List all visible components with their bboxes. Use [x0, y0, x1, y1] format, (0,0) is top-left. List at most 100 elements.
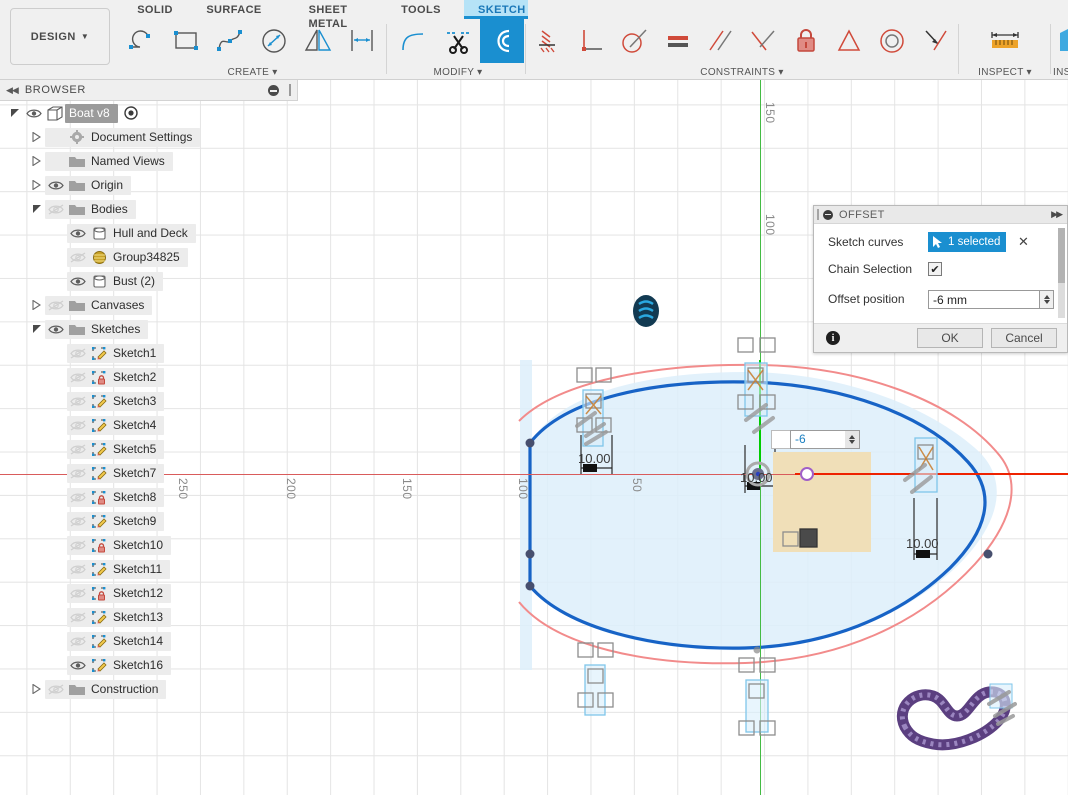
minus-circle-icon[interactable]	[823, 209, 833, 220]
lock-fix-icon[interactable]	[785, 19, 828, 63]
tree-item-content[interactable]: Construction	[45, 679, 167, 699]
spline-icon[interactable]	[208, 19, 252, 63]
tree-item-content[interactable]: Sketch11	[67, 559, 171, 579]
workspace-switcher[interactable]: DESIGN ▼	[10, 8, 110, 65]
eye-visible-icon[interactable]	[67, 228, 89, 239]
eye-hidden-icon[interactable]	[67, 515, 89, 527]
tree-item-label[interactable]: Sketch8	[109, 487, 165, 507]
eye-hidden-icon[interactable]	[67, 587, 89, 599]
tree-item-content[interactable]: Origin	[45, 175, 132, 195]
tree-item-canvases[interactable]: Canvases	[0, 293, 298, 317]
tree-item-sketch4[interactable]: Sketch4	[0, 413, 298, 437]
tab-tools[interactable]: TOOLS	[378, 0, 464, 19]
tree-item-label[interactable]: Sketch9	[109, 511, 165, 531]
ribbon-group-label[interactable]: CONSTRAINTS ▾	[528, 67, 956, 78]
tree-item-sketches[interactable]: Sketches	[0, 317, 298, 341]
arc-icon[interactable]	[120, 19, 164, 63]
inline-offset-input[interactable]: -6	[790, 430, 852, 449]
offset-dialog[interactable]: OFFSET ▶▶ Sketch curves 1 selected ✕ Cha…	[813, 205, 1068, 353]
tree-item-content[interactable]: Sketch12	[67, 583, 172, 603]
tree-item-label[interactable]: Sketch14	[109, 631, 172, 651]
ok-button[interactable]: OK	[917, 328, 983, 348]
tree-item-label[interactable]: Sketch13	[109, 607, 172, 627]
tree-item-construction[interactable]: Construction	[0, 677, 298, 701]
x-icon[interactable]: ✕	[1018, 234, 1029, 250]
tree-item-content[interactable]: Sketch4	[67, 415, 165, 435]
tree-item-content[interactable]: Sketch13	[67, 607, 172, 627]
inline-offset-stepper[interactable]	[845, 430, 860, 449]
tree-item-content[interactable]: Group34825	[67, 247, 188, 267]
collinear-icon[interactable]	[913, 19, 956, 63]
offset-dialog-titlebar[interactable]: OFFSET ▶▶	[814, 206, 1067, 224]
ribbon-group-label[interactable]: MODIFY ▾	[392, 67, 524, 78]
browser-tree[interactable]: Boat v8 Document Settings Named Views Origi…	[0, 101, 298, 714]
dimension-label[interactable]: 10.00	[578, 451, 611, 466]
tree-item-content[interactable]: Bodies	[45, 199, 136, 219]
tree-item-content[interactable]: Sketch14	[67, 631, 172, 651]
radio-icon[interactable]	[124, 106, 138, 120]
tree-item-label[interactable]: Sketch5	[109, 439, 165, 459]
measure-icon[interactable]	[983, 19, 1027, 63]
eye-hidden-icon[interactable]	[67, 395, 89, 407]
tree-item-content[interactable]: Sketch7	[67, 463, 165, 483]
chevron-right-icon[interactable]	[32, 684, 45, 694]
tree-item-sketch14[interactable]: Sketch14	[0, 629, 298, 653]
eye-hidden-icon[interactable]	[45, 683, 67, 695]
ribbon-group-label[interactable]: INSPECT ▾	[962, 67, 1048, 78]
dimension-label[interactable]: 10.00	[906, 536, 939, 551]
expand-right-icon[interactable]: ▶▶	[1051, 209, 1063, 220]
tree-item-sketch3[interactable]: Sketch3	[0, 389, 298, 413]
tree-item-label[interactable]: Named Views	[87, 151, 173, 171]
tree-item-label[interactable]: Bodies	[87, 199, 136, 219]
tree-item-label[interactable]: Document Settings	[87, 127, 201, 147]
parallel-icon[interactable]	[699, 19, 742, 63]
tree-item-sketch10[interactable]: Sketch10	[0, 533, 298, 557]
rectangle-icon[interactable]	[164, 19, 208, 63]
tree-item-label[interactable]: Canvases	[87, 295, 153, 315]
ribbon-group-label[interactable]: CREATE ▾	[120, 67, 385, 78]
tree-item-content[interactable]: Canvases	[45, 295, 153, 315]
tree-item-content[interactable]: Sketch10	[67, 535, 172, 555]
eye-hidden-icon[interactable]	[45, 203, 67, 215]
chevron-right-icon[interactable]	[32, 132, 45, 142]
eye-visible-icon[interactable]	[23, 108, 45, 119]
eye-hidden-icon[interactable]	[67, 347, 89, 359]
eye-visible-icon[interactable]	[67, 660, 89, 671]
tree-item-label[interactable]: Sketch10	[109, 535, 172, 555]
tree-item-content[interactable]: Sketch8	[67, 487, 165, 507]
eye-hidden-icon[interactable]	[67, 467, 89, 479]
tab-solid[interactable]: SOLID	[120, 0, 190, 19]
tree-item-label[interactable]: Sketch1	[109, 343, 165, 363]
tree-item-label[interactable]: Sketch2	[109, 367, 165, 387]
collapse-left-icon[interactable]: ◀◀	[0, 85, 25, 96]
tree-item-content[interactable]: Hull and Deck	[67, 223, 196, 243]
chevron-down-icon[interactable]	[10, 108, 23, 118]
midpoint-icon[interactable]	[742, 19, 785, 63]
symmetry-icon[interactable]	[828, 19, 871, 63]
eye-hidden-icon[interactable]	[45, 299, 67, 311]
tree-item-label[interactable]: Boat v8	[65, 103, 118, 123]
tree-item-bodies[interactable]: Bodies	[0, 197, 298, 221]
dialog-drag-grip[interactable]	[817, 209, 819, 220]
tree-item-sketch16[interactable]: Sketch16	[0, 653, 298, 677]
tree-item-content[interactable]: Sketches	[45, 319, 149, 339]
tree-item-sketch9[interactable]: Sketch9	[0, 509, 298, 533]
offset-position-input[interactable]: -6 mm	[928, 289, 1040, 309]
tree-item-sketch12[interactable]: Sketch12	[0, 581, 298, 605]
insert-icon[interactable]	[1053, 19, 1068, 63]
tree-item-content[interactable]: Sketch5	[67, 439, 165, 459]
tree-item-label[interactable]: Origin	[87, 175, 132, 195]
tree-item-label[interactable]: Sketch16	[109, 655, 172, 675]
eye-visible-icon[interactable]	[45, 180, 67, 191]
tree-item-content[interactable]: Sketch9	[67, 511, 165, 531]
fix-ground-icon[interactable]	[528, 19, 571, 63]
tree-item-label[interactable]: Hull and Deck	[109, 223, 196, 243]
dimension-label[interactable]: 10.00	[740, 470, 773, 485]
tree-item-sketch11[interactable]: Sketch11	[0, 557, 298, 581]
eye-hidden-icon[interactable]	[67, 443, 89, 455]
tab-sketch[interactable]: SKETCH	[464, 0, 528, 19]
trim-icon[interactable]	[436, 19, 480, 63]
chevron-right-icon[interactable]	[32, 180, 45, 190]
perpendicular-icon[interactable]	[571, 19, 614, 63]
tree-item-boat-v8[interactable]: Boat v8	[0, 101, 298, 125]
